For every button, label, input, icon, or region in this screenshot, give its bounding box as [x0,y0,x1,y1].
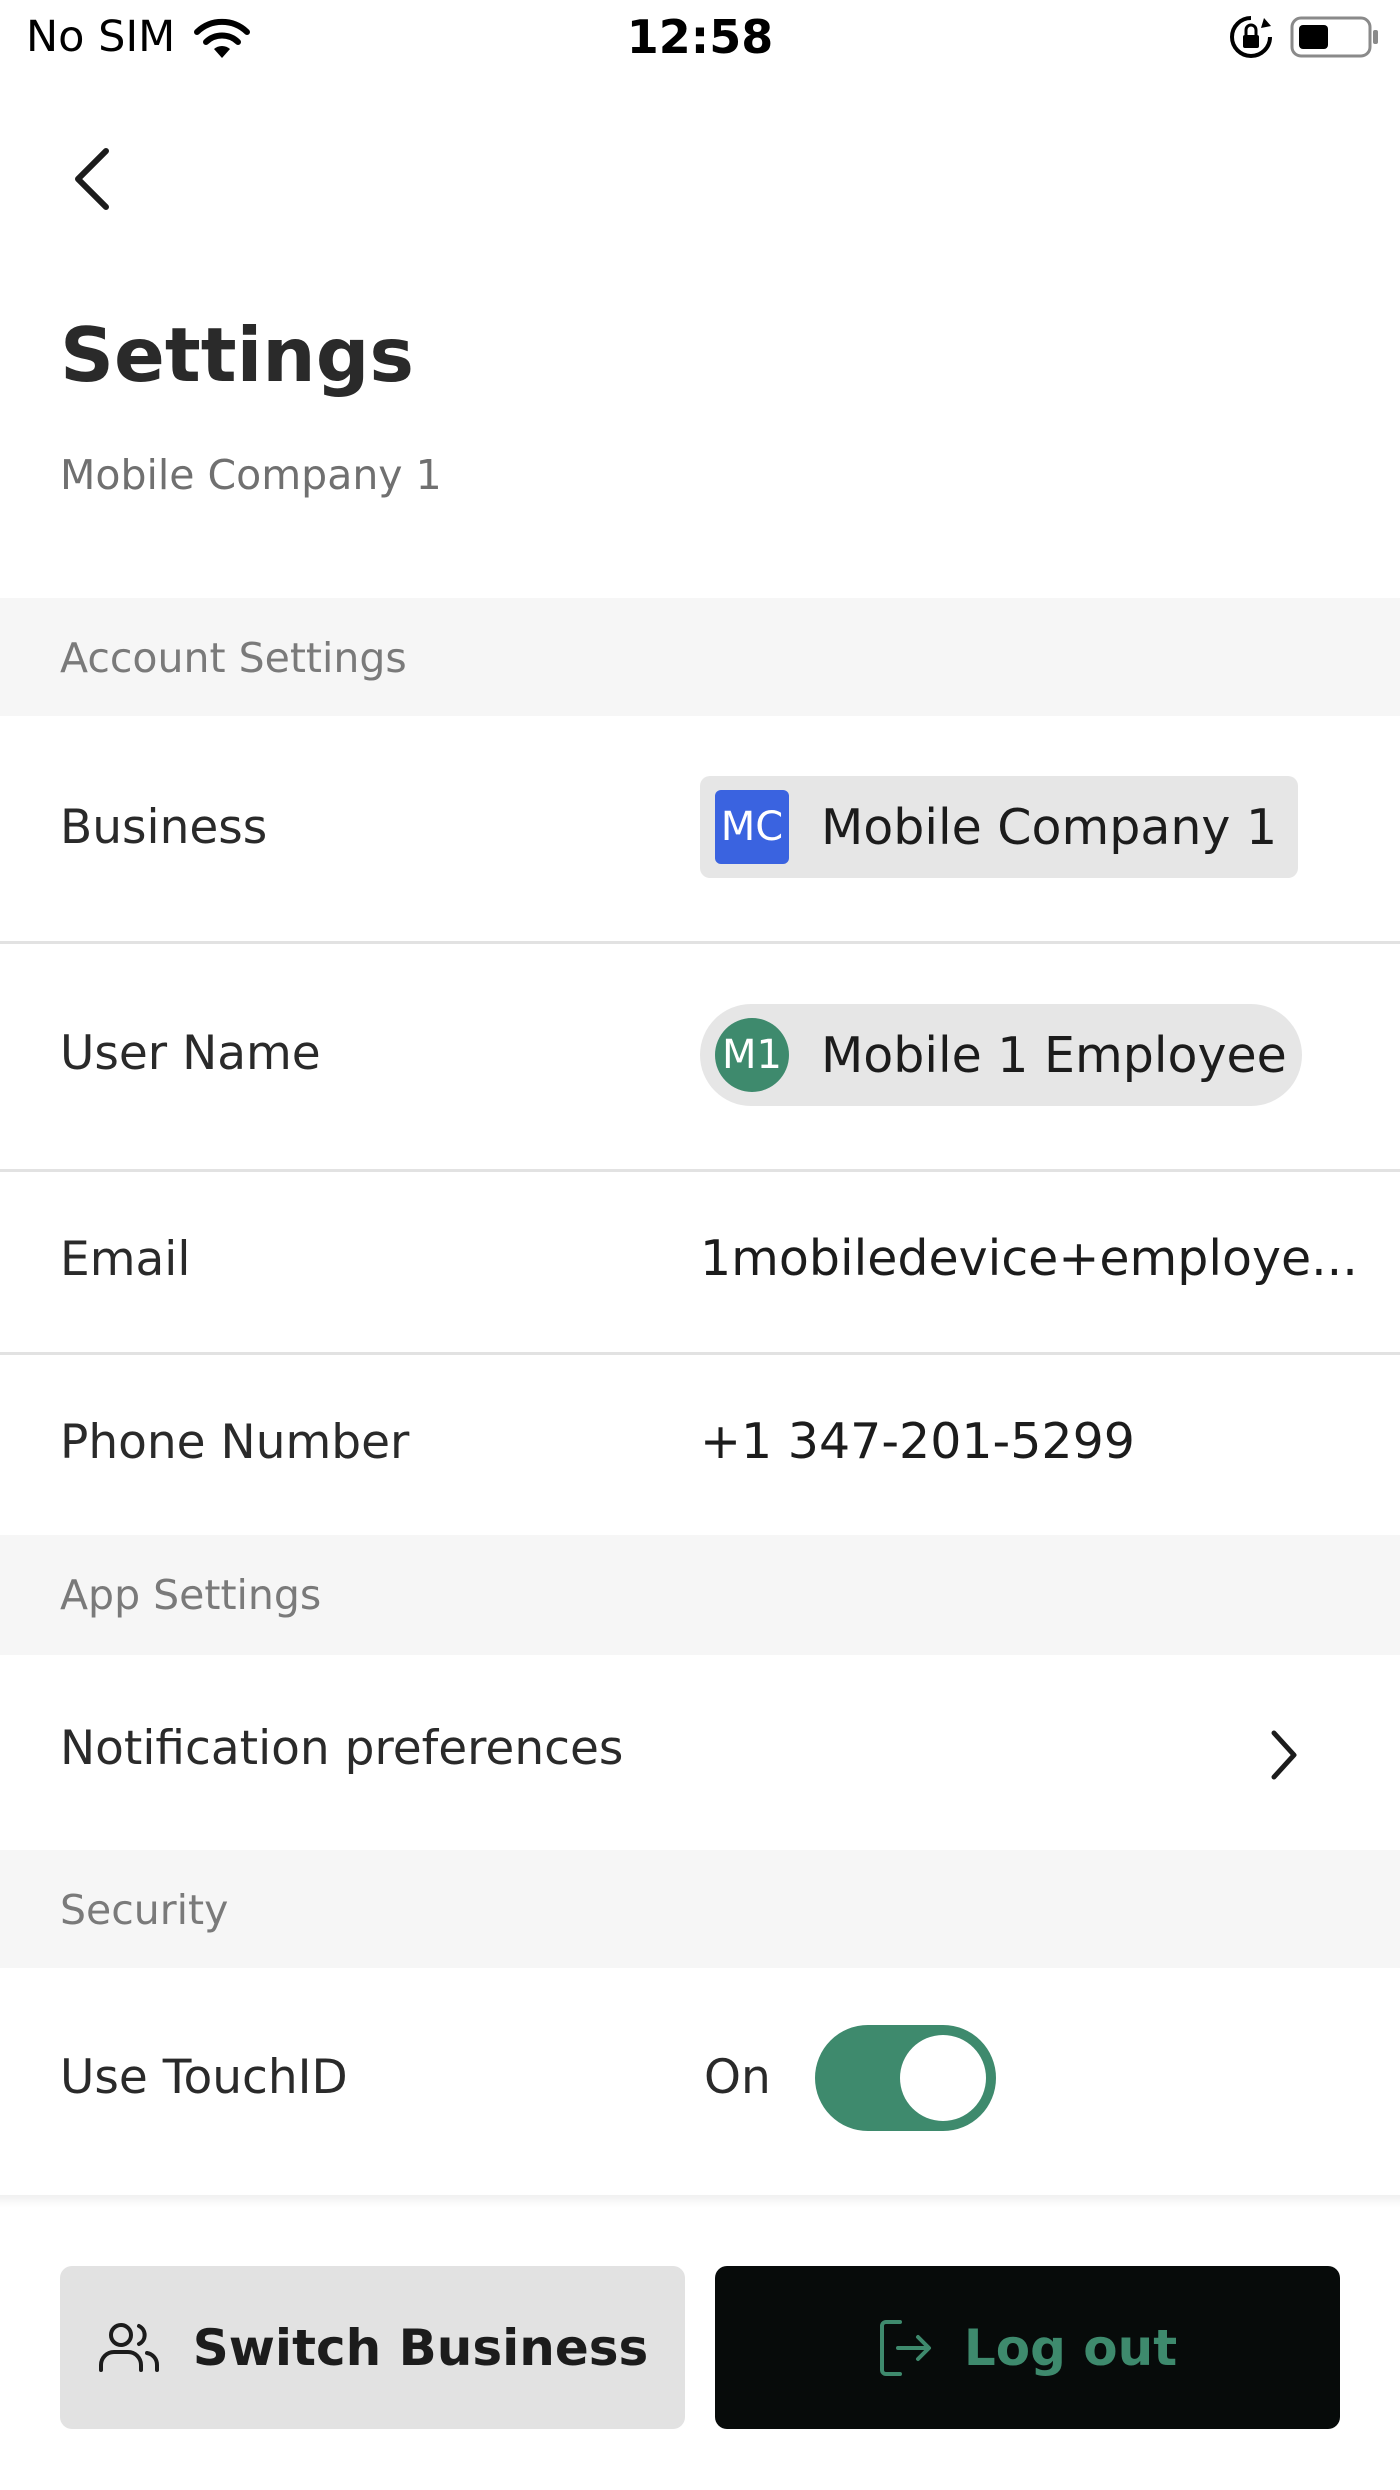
touchid-label: Use TouchID [60,2050,348,2105]
touchid-state: On [704,2050,771,2105]
business-row: Business MC Mobile Company 1 [0,716,1400,942]
notification-preferences-row[interactable]: Notification preferences [0,1655,1400,1850]
user-avatar: M1 [715,1018,789,1092]
business-avatar: MC [715,790,789,864]
phone-value: +1 347-201-5299 [700,1413,1135,1470]
switch-business-button[interactable]: Switch Business [60,2266,685,2429]
switch-business-label: Switch Business [192,2318,649,2377]
business-name: Mobile Company 1 [821,798,1278,856]
email-label: Email [60,1232,191,1287]
page-title: Settings [60,311,415,399]
section-title: App Settings [60,1571,322,1619]
user-chip[interactable]: M1 Mobile 1 Employee [700,1004,1302,1106]
section-header-security: Security [0,1850,1400,1968]
section-title: Security [60,1886,229,1934]
battery-icon [1290,16,1378,58]
phone-row: Phone Number +1 347-201-5299 [0,1355,1400,1535]
back-chevron-icon[interactable] [62,143,122,215]
log-out-label: Log out [963,2318,1178,2377]
notification-preferences-label: Notification preferences [60,1721,624,1776]
section-header-app: App Settings [0,1535,1400,1655]
log-out-icon [879,2319,931,2376]
phone-label: Phone Number [60,1415,410,1470]
log-out-button[interactable]: Log out [715,2266,1340,2429]
orientation-lock-icon [1230,16,1272,58]
email-row: Email 1mobiledevice+employe... [0,1172,1400,1352]
toggle-knob [900,2035,986,2121]
section-title: Account Settings [60,634,407,682]
user-name-label: User Name [60,1026,321,1081]
touchid-toggle[interactable] [815,2025,996,2131]
business-chip[interactable]: MC Mobile Company 1 [700,776,1298,878]
business-label: Business [60,800,268,855]
user-name: Mobile 1 Employee [821,1026,1287,1084]
user-name-row: User Name M1 Mobile 1 Employee [0,944,1400,1170]
bottom-bar-separator [0,2195,1400,2207]
page-subtitle: Mobile Company 1 [60,451,442,499]
users-icon [98,2322,159,2372]
section-header-account: Account Settings [0,598,1400,716]
chevron-right-icon [1271,1730,1297,1780]
email-value: 1mobiledevice+employe... [700,1230,1358,1287]
status-bar: No SIM 12:58 [0,0,1400,80]
touchid-row: Use TouchID On [0,1968,1400,2194]
status-time: 12:58 [626,10,774,64]
